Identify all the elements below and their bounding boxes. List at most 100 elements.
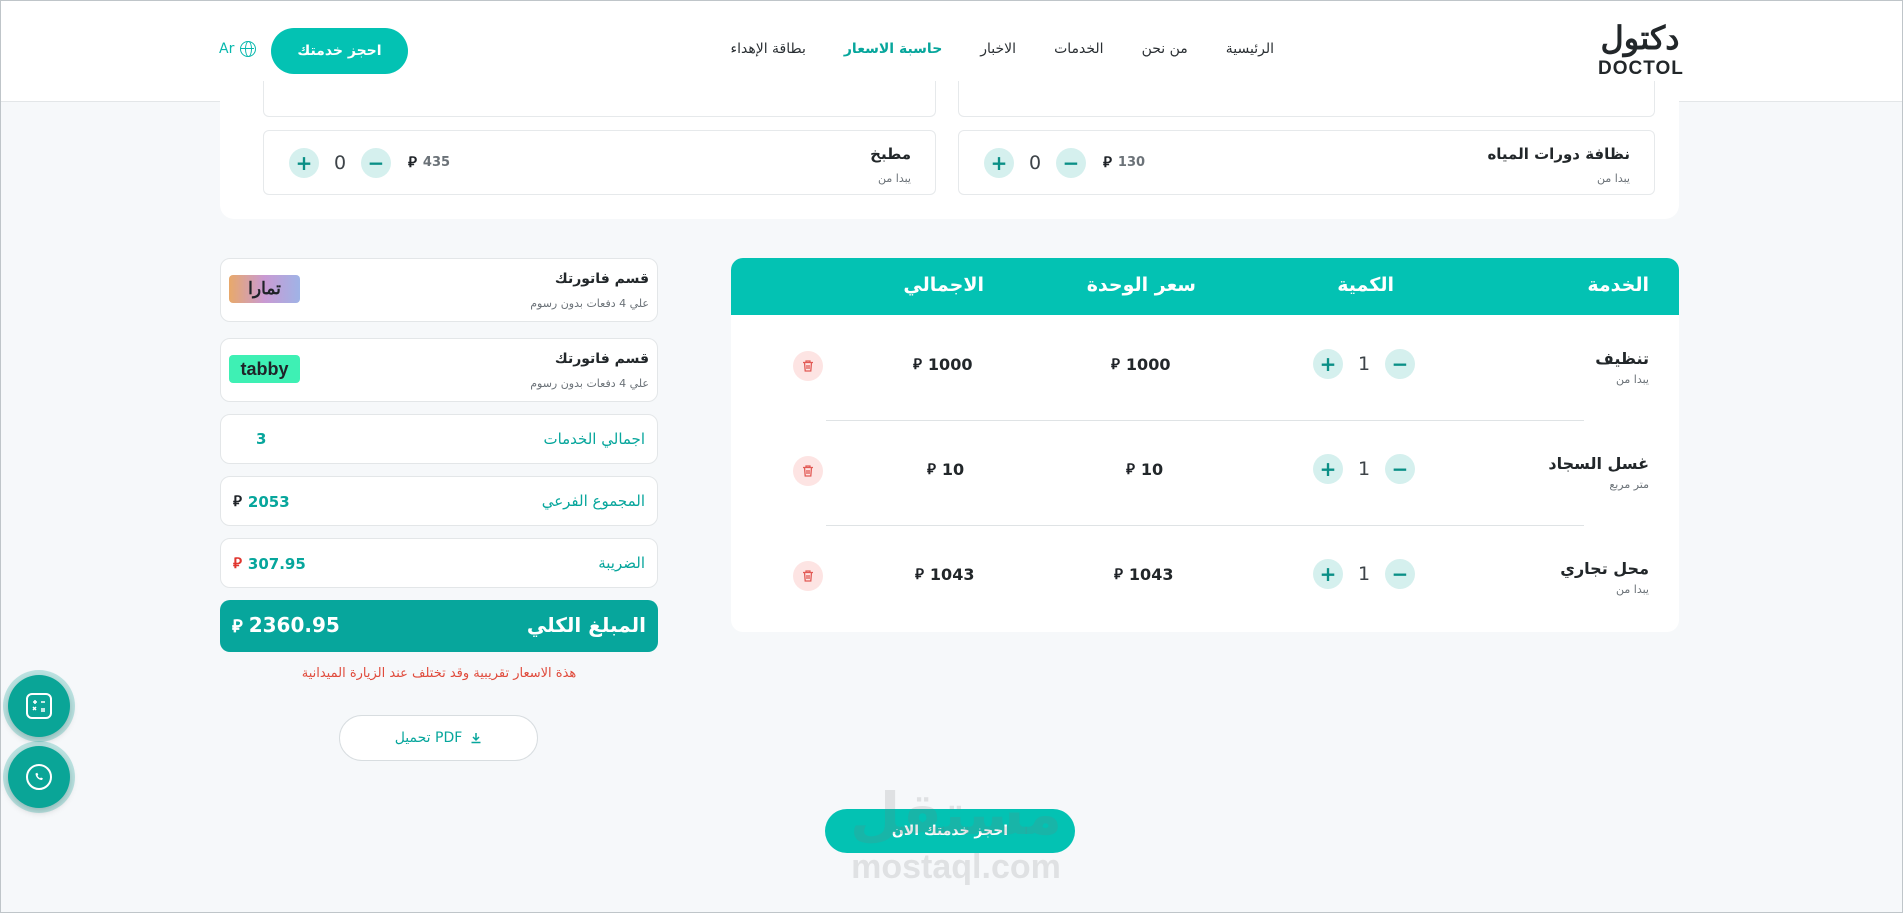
minus-button[interactable]: −: [1385, 349, 1415, 379]
header-service: الخدمة: [1587, 274, 1649, 296]
subtotal-label: المجموع الفرعي: [541, 492, 645, 510]
row-service-name: غسل السجاد: [1548, 454, 1649, 473]
minus-button[interactable]: −: [1056, 148, 1086, 178]
table-row: تنظيف يبدا من + 1 − ⃁ 1000 ⃁ 1000: [731, 315, 1679, 420]
tamara-installment-card[interactable]: قسم فاتورتك علي 4 دفعات بدون رسوم تمارا: [220, 258, 658, 322]
book-now-button[interactable]: احجز خدمتك الان: [825, 809, 1075, 853]
service-price-value: 435: [422, 155, 451, 170]
trash-icon: [803, 360, 813, 372]
total-value: 10: [941, 460, 965, 479]
plus-button[interactable]: +: [984, 148, 1014, 178]
download-pdf-button[interactable]: تحميل PDF: [339, 715, 538, 761]
tax-label: الضريبة: [598, 554, 645, 572]
minus-button[interactable]: −: [1385, 559, 1415, 589]
watermark-english: mostaql.com: [851, 848, 1061, 886]
installment-title: قسم فاتورتك: [554, 351, 649, 367]
services-panel: نظافة دورات المياه يبدا من ⃁ 130 + 0 − م…: [220, 81, 1679, 219]
globe-icon: [240, 41, 257, 57]
minus-button[interactable]: −: [1385, 454, 1415, 484]
unit-price-value: 1000: [1125, 355, 1171, 374]
language-label: Ar: [219, 41, 235, 57]
service-price: ⃁ 435: [408, 153, 450, 172]
service-name: نظافة دورات المياه: [1487, 145, 1630, 163]
riyal-icon: ⃁: [1114, 565, 1123, 583]
service-card: نظافة دورات المياه يبدا من ⃁ 130 + 0 −: [958, 130, 1655, 195]
row-quantity-stepper: + 1 −: [1313, 349, 1415, 379]
tamara-logo: تمارا: [229, 275, 300, 303]
logo-arabic: دكتول: [1600, 19, 1680, 57]
language-switch[interactable]: Ar: [219, 41, 257, 57]
service-starting-label: يبدا من: [1597, 172, 1630, 185]
quantity-value: 1: [1357, 563, 1371, 585]
header-total: الاجمالي: [903, 274, 984, 296]
plus-button[interactable]: +: [289, 148, 319, 178]
price-disclaimer: هذة الاسعار تقريبية وقد تختلف عند الزيار…: [301, 666, 577, 681]
nav-home[interactable]: الرئيسية: [1226, 41, 1274, 57]
delete-button[interactable]: [793, 561, 823, 591]
riyal-icon: ⃁: [1103, 153, 1112, 171]
service-price-value: 130: [1117, 155, 1146, 170]
grand-total-value: ⃁ 2360.95: [232, 613, 340, 637]
trash-icon: [803, 570, 813, 582]
nav-about[interactable]: من نحن: [1142, 41, 1188, 57]
riyal-icon: ⃁: [233, 554, 242, 572]
row-service-sub: يبدا من: [1616, 373, 1649, 386]
calculator-fab[interactable]: [8, 675, 70, 737]
riyal-icon: ⃁: [233, 492, 242, 510]
trash-icon: [803, 465, 813, 477]
service-card-partial: [263, 81, 936, 117]
whatsapp-fab[interactable]: [8, 746, 70, 808]
quantity-stepper: + 0 −: [289, 148, 391, 178]
main-nav: الرئيسية من نحن الخدمات الاخبار حاسبة ال…: [693, 41, 1275, 57]
minus-button[interactable]: −: [361, 148, 391, 178]
service-name: مطبخ: [870, 145, 911, 163]
grand-total-label: المبلغ الكلي: [526, 613, 646, 637]
row-quantity-stepper: + 1 −: [1313, 559, 1415, 589]
plus-button[interactable]: +: [1313, 559, 1343, 589]
services-count-label: اجمالي الخدمات: [543, 430, 645, 448]
tax-row: الضريبة ⃁ 307.95: [220, 538, 658, 588]
selected-services-table: الخدمة الكمية سعر الوحدة الاجمالي تنظيف …: [731, 258, 1679, 632]
table-row: محل تجاري يبدا من + 1 − ⃁ 1043 ⃁ 1043: [731, 525, 1679, 630]
tax-amount: 307.95: [247, 554, 306, 573]
service-price: ⃁ 130: [1103, 153, 1145, 172]
book-service-button[interactable]: احجز خدمتك: [271, 28, 408, 74]
row-total: ⃁ 1000: [913, 355, 972, 374]
subtotal-row: المجموع الفرعي ⃁ 2053: [220, 476, 658, 526]
service-card: مطبخ يبدا من ⃁ 435 + 0 −: [263, 130, 936, 195]
delete-button[interactable]: [793, 351, 823, 381]
row-unit-price: ⃁ 1000: [1111, 355, 1170, 374]
unit-price-value: 1043: [1128, 565, 1174, 584]
quantity-value: 0: [1028, 152, 1042, 174]
row-total: ⃁ 10: [927, 460, 964, 479]
quantity-value: 1: [1357, 458, 1371, 480]
logo-english: DOCTOL: [1598, 58, 1684, 79]
riyal-icon: ⃁: [1126, 460, 1135, 478]
whatsapp-icon: [26, 764, 52, 790]
service-card-partial: [958, 81, 1655, 117]
total-value: 1000: [927, 355, 973, 374]
calculator-icon: [26, 693, 52, 719]
quantity-value: 1: [1357, 353, 1371, 375]
plus-button[interactable]: +: [1313, 349, 1343, 379]
nav-services[interactable]: الخدمات: [1054, 41, 1104, 57]
riyal-icon: ⃁: [408, 153, 417, 171]
services-count-value: 3: [256, 430, 267, 448]
quantity-value: 0: [333, 152, 347, 174]
services-count-row: اجمالي الخدمات 3: [220, 414, 658, 464]
table-header: الخدمة الكمية سعر الوحدة الاجمالي: [731, 258, 1679, 315]
nav-gift-card[interactable]: بطاقة الإهداء: [731, 41, 806, 57]
riyal-icon: ⃁: [913, 355, 922, 373]
delete-button[interactable]: [793, 456, 823, 486]
tabby-installment-card[interactable]: قسم فاتورتك علي 4 دفعات بدون رسوم tabby: [220, 338, 658, 402]
grand-total-row: المبلغ الكلي ⃁ 2360.95: [220, 600, 658, 652]
row-quantity-stepper: + 1 −: [1313, 454, 1415, 484]
nav-price-calculator[interactable]: حاسبة الاسعار: [844, 41, 942, 57]
nav-news[interactable]: الاخبار: [980, 41, 1016, 57]
quantity-stepper: + 0 −: [984, 148, 1086, 178]
row-total: ⃁ 1043: [915, 565, 974, 584]
plus-button[interactable]: +: [1313, 454, 1343, 484]
subtotal-amount: 2053: [247, 492, 290, 511]
doctol-logo[interactable]: دكتول DOCTOL: [1598, 19, 1684, 85]
total-value: 1043: [929, 565, 975, 584]
